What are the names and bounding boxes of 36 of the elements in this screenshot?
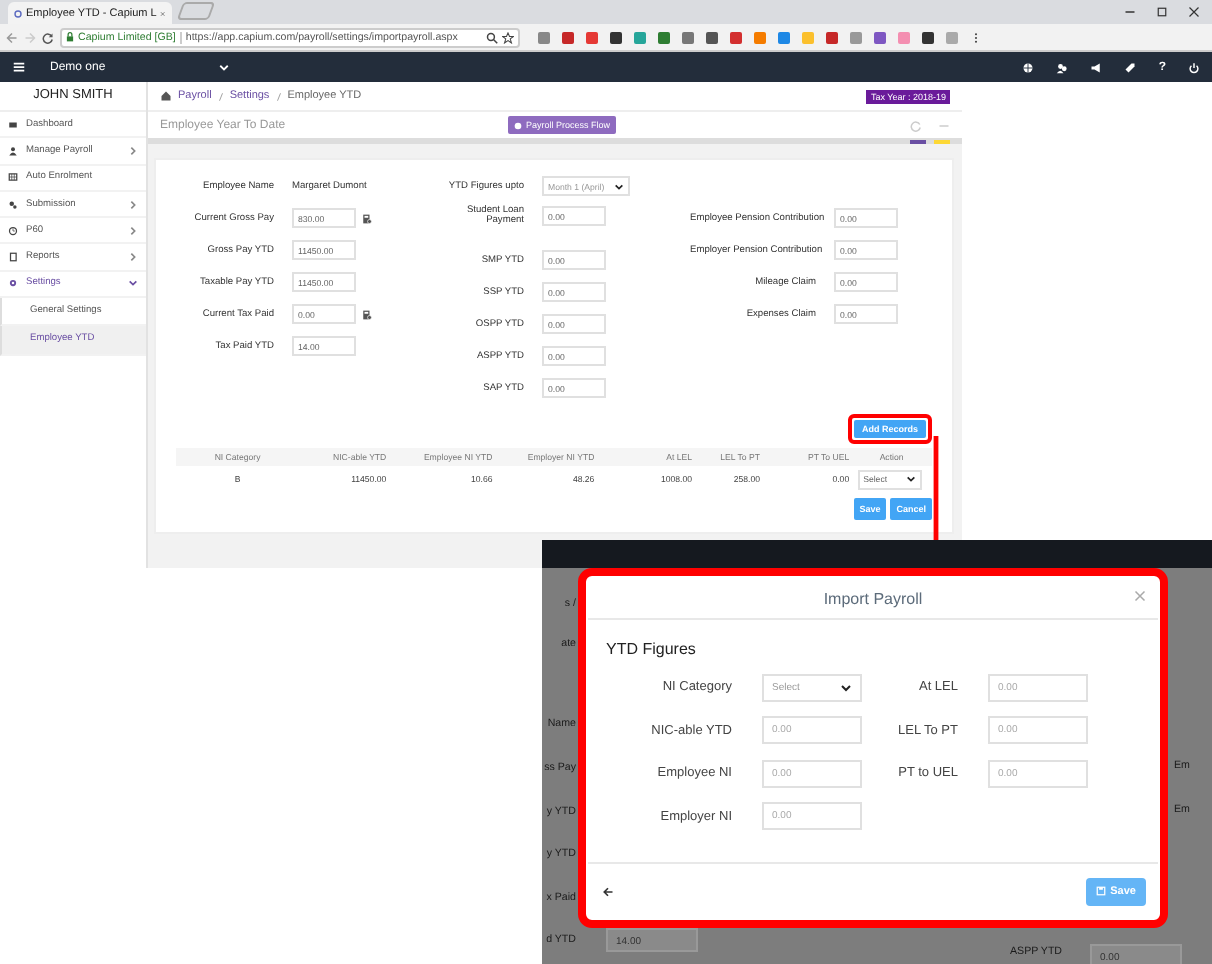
maximize-icon[interactable] — [1156, 6, 1168, 18]
back-arrow-icon[interactable] — [602, 885, 614, 897]
user-icon — [8, 145, 18, 156]
tab-marker — [910, 140, 926, 144]
chevron-down-icon — [614, 181, 624, 191]
reload-icon[interactable] — [42, 31, 54, 43]
minimize-icon[interactable] — [1124, 6, 1136, 18]
chevron-down-icon[interactable] — [218, 61, 230, 73]
section-title: YTD Figures — [606, 640, 698, 658]
floppy-disk-icon — [1096, 886, 1107, 896]
chevron-down-icon — [840, 681, 852, 694]
clock-icon — [8, 225, 18, 236]
calculator-icon[interactable] — [362, 309, 372, 319]
search-icon[interactable] — [486, 31, 498, 43]
tag-icon[interactable] — [1124, 61, 1137, 73]
breadcrumb-separator — [275, 91, 282, 101]
gears-icon — [8, 199, 18, 210]
logo-icon — [14, 7, 23, 19]
globe-icon[interactable] — [1022, 61, 1035, 73]
menu-icon[interactable] — [12, 60, 26, 74]
tab-marker — [934, 140, 950, 144]
chevron-down-icon — [905, 474, 916, 484]
home-icon[interactable] — [160, 90, 172, 102]
circle-icon — [514, 121, 522, 129]
close-icon[interactable] — [1188, 6, 1200, 18]
dashboard-icon — [8, 119, 18, 130]
calculator-icon[interactable] — [362, 213, 372, 223]
star-icon[interactable] — [502, 31, 514, 43]
lock-icon — [66, 32, 74, 42]
power-icon[interactable] — [1188, 61, 1200, 73]
grid-icon — [8, 172, 18, 183]
document-icon — [8, 252, 18, 263]
users-icon[interactable] — [1056, 61, 1069, 73]
breadcrumb-separator — [217, 91, 224, 101]
megaphone-icon[interactable] — [1090, 61, 1103, 73]
dialog-title: Import Payroll — [823, 589, 923, 607]
